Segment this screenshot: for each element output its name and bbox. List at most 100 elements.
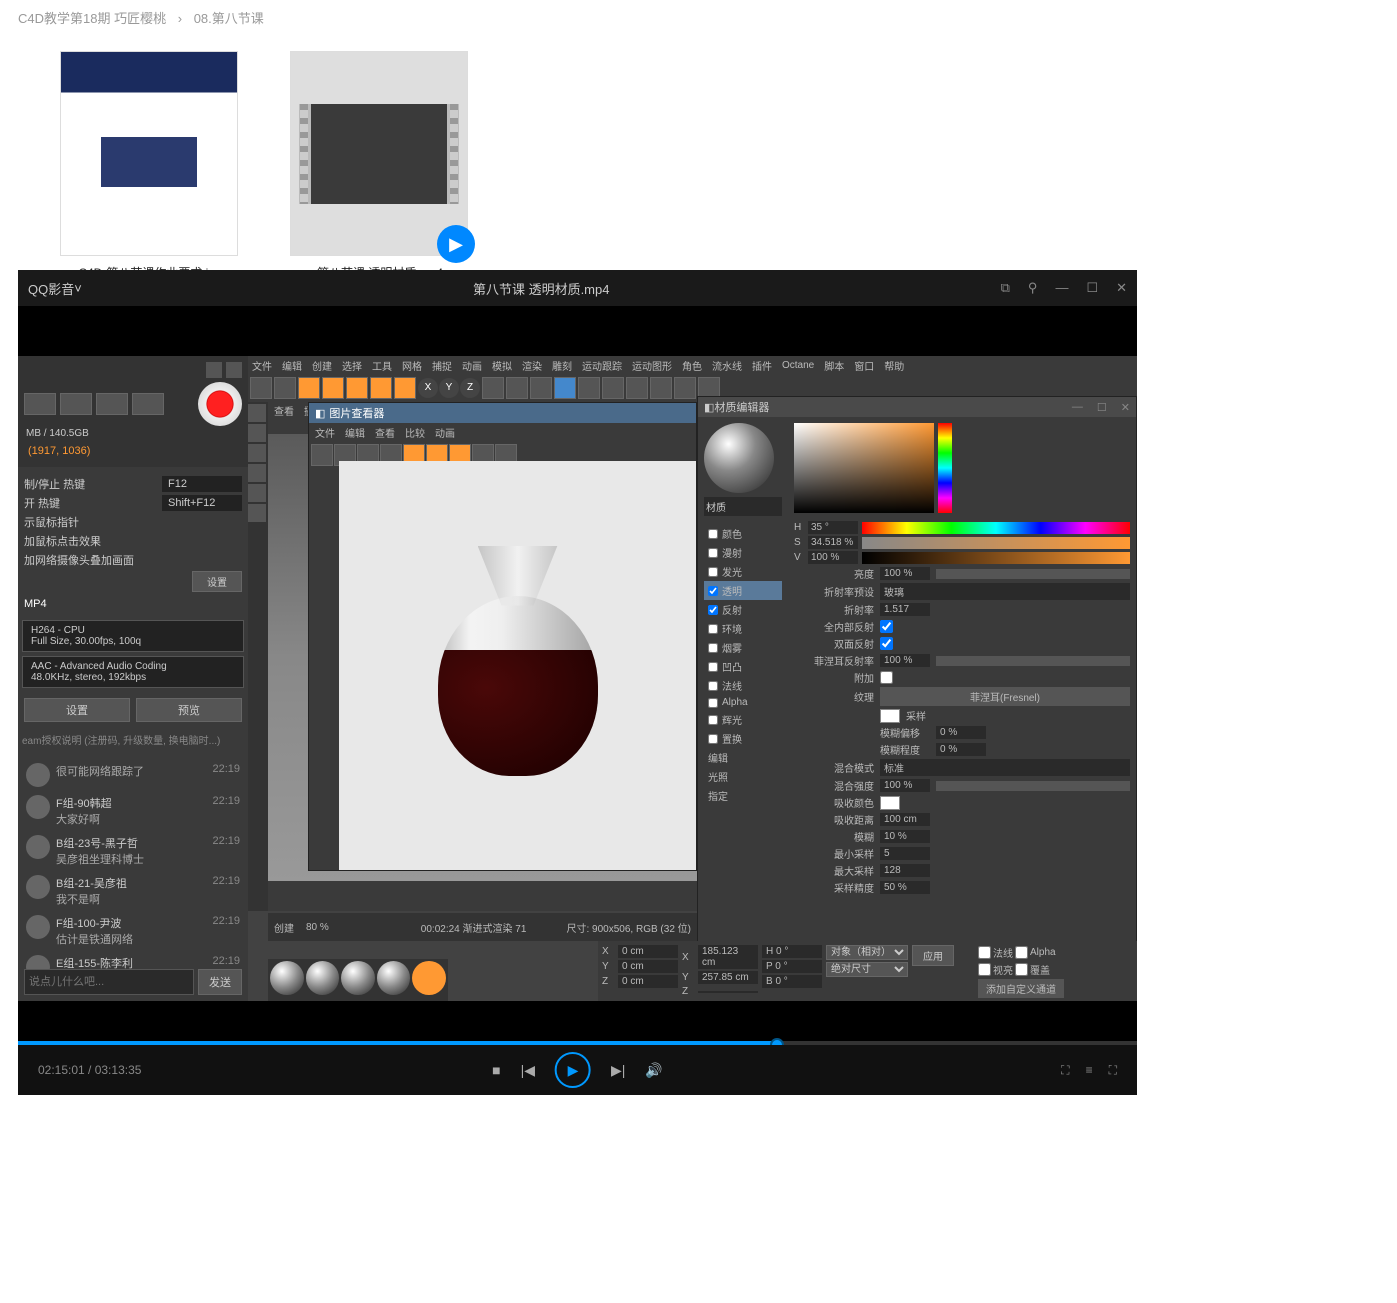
- file-jpg[interactable]: C4D-第八节课作业要求.jpg: [60, 51, 240, 281]
- material-preview[interactable]: [704, 423, 774, 493]
- size-mode-select[interactable]: 绝对尺寸: [826, 962, 908, 977]
- absorb-color-swatch[interactable]: [880, 796, 900, 810]
- sample-acc-field[interactable]: 50 %: [880, 881, 930, 894]
- size-y[interactable]: 257.85 cm: [698, 971, 758, 984]
- volume-icon[interactable]: 🔊: [645, 1062, 662, 1079]
- refraction-preset-select[interactable]: 玻璃: [880, 583, 1130, 600]
- size-z[interactable]: [698, 991, 758, 993]
- channel-glow[interactable]: 辉光: [704, 710, 782, 729]
- camera-icon[interactable]: [674, 377, 696, 399]
- screenshot-icon[interactable]: ⛶: [1061, 1063, 1069, 1078]
- close-icon[interactable]: ✕: [1116, 280, 1127, 296]
- channel-bump[interactable]: 凹凸: [704, 657, 782, 676]
- channel-fog[interactable]: 烟雾: [704, 638, 782, 657]
- pin-icon[interactable]: ⚲: [1028, 280, 1038, 296]
- pv-menubar[interactable]: 文件编辑查看比较动画: [309, 423, 696, 442]
- spline-icon[interactable]: [578, 377, 600, 399]
- chat-input[interactable]: [24, 969, 194, 995]
- apply-button[interactable]: 应用: [912, 945, 954, 966]
- rec-stop-button[interactable]: [24, 393, 56, 415]
- add-channel-button[interactable]: 添加自定义通道: [978, 979, 1064, 998]
- channel-assign[interactable]: 指定: [704, 786, 782, 805]
- hotkey-value[interactable]: F12: [162, 476, 242, 492]
- fresnel-field[interactable]: 100 %: [880, 654, 930, 667]
- ior-field[interactable]: 1.517: [880, 603, 930, 616]
- pos-x[interactable]: 0 cm: [618, 945, 678, 958]
- sat-value[interactable]: 34.518 %: [808, 536, 858, 549]
- channel-alpha[interactable]: Alpha: [704, 695, 782, 710]
- rec-settings-button[interactable]: 设置: [192, 571, 242, 592]
- preview-button[interactable]: 预览: [136, 698, 242, 722]
- texture-swatch[interactable]: [880, 709, 900, 723]
- material-thumb-selected[interactable]: [412, 961, 446, 995]
- pos-z[interactable]: 0 cm: [618, 975, 678, 988]
- render-icon[interactable]: [482, 377, 504, 399]
- scale-icon[interactable]: [346, 377, 368, 399]
- me-close-icon[interactable]: ✕: [1121, 401, 1130, 414]
- rotate-icon[interactable]: [370, 377, 392, 399]
- player-app-name[interactable]: QQ影音: [28, 279, 74, 298]
- stop-icon[interactable]: ■: [492, 1062, 500, 1078]
- hue-slider[interactable]: [938, 423, 952, 513]
- render-settings-icon[interactable]: [530, 377, 552, 399]
- rec-close-icon[interactable]: [226, 362, 242, 378]
- undo-icon[interactable]: [250, 377, 272, 399]
- absorb-dist-field[interactable]: 100 cm: [880, 813, 930, 826]
- sat-bar[interactable]: [862, 537, 1130, 549]
- model-mode-icon[interactable]: [248, 404, 266, 422]
- move-icon[interactable]: [322, 377, 344, 399]
- pv-tool-icon[interactable]: [311, 444, 333, 466]
- material-thumb[interactable]: [377, 961, 411, 995]
- blur-scale-field[interactable]: 0 %: [936, 743, 986, 756]
- me-titlebar[interactable]: ◧ 材质编辑器 —☐✕: [698, 397, 1136, 417]
- channel-displacement[interactable]: 置换: [704, 729, 782, 748]
- breadcrumb-parent[interactable]: C4D教学第18期 巧匠樱桃: [18, 11, 166, 26]
- pip-icon[interactable]: ⧉: [1001, 280, 1010, 296]
- channel-environment[interactable]: 环境: [704, 619, 782, 638]
- next-icon[interactable]: ▶|: [611, 1062, 625, 1079]
- redo-icon[interactable]: [274, 377, 296, 399]
- fullscreen-icon[interactable]: ⛶: [1109, 1063, 1117, 1078]
- rec-min-icon[interactable]: [206, 362, 222, 378]
- blur-offset-field[interactable]: 0 %: [936, 726, 986, 739]
- val-bar[interactable]: [862, 552, 1130, 564]
- color-picker[interactable]: [794, 423, 934, 513]
- coord-mode-select[interactable]: 对象（相对）: [826, 945, 908, 960]
- rec-folder-icon[interactable]: [96, 393, 128, 415]
- render-pv-icon[interactable]: [506, 377, 528, 399]
- size-x[interactable]: 185.123 cm: [698, 945, 758, 969]
- material-name-field[interactable]: 材质: [704, 497, 782, 516]
- material-thumb[interactable]: [341, 961, 375, 995]
- pos-y[interactable]: 0 cm: [618, 960, 678, 973]
- minimize-icon[interactable]: —: [1055, 280, 1068, 296]
- deformer-icon[interactable]: [650, 377, 672, 399]
- channel-normal[interactable]: 法线: [704, 676, 782, 695]
- hue-value[interactable]: 35 °: [808, 521, 858, 534]
- file-mp4[interactable]: ▶ 第八节课 透明材质.mp4: [290, 51, 470, 281]
- val-value[interactable]: 100 %: [808, 551, 858, 564]
- array-icon[interactable]: [626, 377, 648, 399]
- texture-mode-icon[interactable]: [248, 424, 266, 442]
- hue-bar[interactable]: [862, 522, 1130, 534]
- settings-button[interactable]: 设置: [24, 698, 130, 722]
- chat-send-button[interactable]: 发送: [198, 969, 242, 995]
- rot-b[interactable]: B 0 °: [762, 975, 822, 988]
- point-mode-icon[interactable]: [248, 464, 266, 482]
- c4d-menubar[interactable]: 文件编辑创建选择工具网格捕捉动画模拟渲染雕刻运动跟踪运动图形角色流水线插件Oct…: [248, 356, 1137, 374]
- timeline[interactable]: 创建 80 % 00:02:24 渐进式渲染 71 尺寸: 900x506, R…: [268, 913, 697, 941]
- edge-mode-icon[interactable]: [248, 484, 266, 502]
- rot-p[interactable]: P 0 °: [762, 960, 822, 973]
- workplane-icon[interactable]: [248, 444, 266, 462]
- blur-field[interactable]: 10 %: [880, 830, 930, 843]
- rot-h[interactable]: H 0 °: [762, 945, 822, 958]
- me-max-icon[interactable]: ☐: [1097, 401, 1107, 414]
- rec-pause-button[interactable]: [60, 393, 92, 415]
- prev-icon[interactable]: |◀: [521, 1062, 535, 1079]
- record-button[interactable]: [198, 382, 242, 426]
- y-axis-icon[interactable]: Y: [439, 378, 459, 398]
- play-button[interactable]: ▶: [555, 1052, 591, 1088]
- blend-mode-select[interactable]: 标准: [880, 759, 1130, 776]
- channel-diffuse[interactable]: 漫射: [704, 543, 782, 562]
- channel-reflection[interactable]: 反射: [704, 600, 782, 619]
- channel-color[interactable]: 颜色: [704, 524, 782, 543]
